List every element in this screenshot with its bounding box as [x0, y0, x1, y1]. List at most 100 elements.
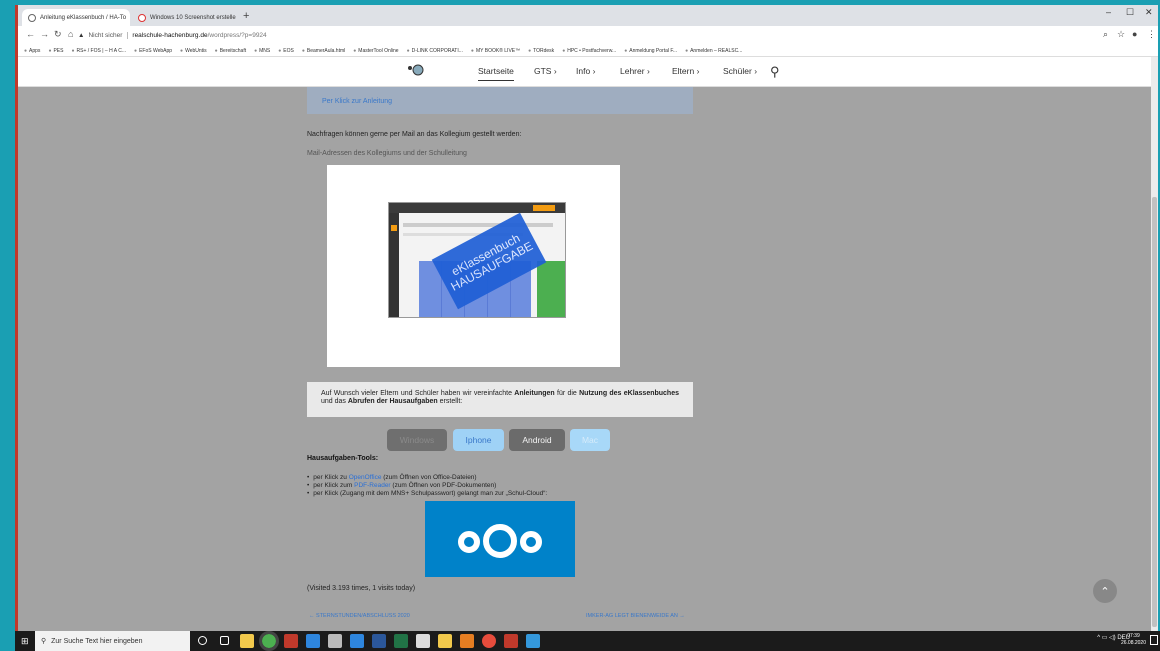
profile-icon[interactable]: ● — [1132, 29, 1137, 39]
search-icon: ⚲ — [41, 638, 47, 645]
nav-eltern[interactable]: Eltern › — [672, 66, 699, 76]
android-button[interactable]: Android — [509, 429, 565, 451]
app-icon[interactable] — [328, 634, 342, 648]
bookmark-item[interactable]: BeamerAula.html — [302, 48, 345, 54]
mail-addresses-link[interactable]: Mail-Adressen des Kollegiums und der Sch… — [307, 150, 467, 157]
bookmark-item[interactable]: Anmeldung Portal F... — [624, 48, 677, 54]
app-icon[interactable] — [504, 634, 518, 648]
chevron-right-icon: › — [646, 66, 650, 76]
address-bar-row: ← → ↻ ⌂ ▲ Nicht sicher realschule-hachen… — [18, 26, 1158, 45]
nav-lehrer[interactable]: Lehrer › — [620, 66, 650, 76]
bookmark-item[interactable]: TORdesk — [528, 48, 554, 54]
nav-gts[interactable]: GTS › — [534, 66, 557, 76]
file-explorer-icon[interactable] — [240, 634, 254, 648]
nav-info[interactable]: Info › — [576, 66, 595, 76]
search-icon[interactable]: ⚲ — [770, 64, 780, 80]
cloud-circle-icon — [520, 531, 542, 553]
app-icon[interactable] — [482, 634, 496, 648]
reload-icon[interactable]: ↻ — [54, 29, 62, 40]
school-logo-icon[interactable] — [405, 63, 425, 77]
url-field[interactable]: ▲ Nicht sicher realschule-hachenburg.de … — [78, 28, 1108, 43]
url-path: /wordpress/?p=9924 — [207, 32, 267, 39]
scroll-to-top-button[interactable]: ⌃ — [1093, 579, 1117, 603]
home-icon[interactable]: ⌂ — [68, 29, 73, 39]
close-window-icon[interactable]: ✕ — [1145, 7, 1153, 18]
cortana-icon[interactable] — [198, 636, 207, 645]
maximize-icon[interactable]: ☐ — [1126, 7, 1134, 18]
bookmark-item[interactable]: MNS — [254, 48, 270, 54]
list-item: per Klick (Zugang mit dem MNS+ Schulpass… — [307, 490, 547, 498]
zoom-icon[interactable]: ⌕ — [1103, 29, 1108, 40]
page-icon — [138, 13, 146, 22]
pdf-reader-link[interactable]: PDF-Reader — [354, 482, 390, 489]
notification-icon[interactable] — [1150, 635, 1158, 645]
bookmark-item[interactable]: MY BOOK® LIVE™ — [471, 48, 520, 54]
app-icon[interactable] — [438, 634, 452, 648]
iphone-button[interactable]: Iphone — [453, 429, 504, 451]
minimize-icon[interactable]: – — [1106, 7, 1111, 17]
next-post-link[interactable]: IMKER-AG LEGT BIENENWEIDE AN → — [586, 613, 685, 619]
url-domain: realschule-hachenburg.de — [132, 32, 208, 39]
outlook-icon[interactable] — [350, 634, 364, 648]
menu-icon[interactable]: ⋮ — [1147, 29, 1156, 40]
bookmark-item[interactable]: Anmelden – REALSC... — [685, 48, 742, 54]
forward-icon[interactable]: → — [40, 29, 49, 39]
globe-icon — [28, 13, 36, 22]
instructions-box: Per Klick zur Anleitung — [307, 87, 693, 114]
bookmark-item[interactable]: WebUntis — [180, 48, 207, 54]
word-icon[interactable] — [372, 634, 386, 648]
mac-button[interactable]: Mac — [570, 429, 610, 451]
warning-icon: ▲ — [78, 32, 85, 39]
taskbar-search[interactable]: ⚲ Zur Suche Text hier eingeben — [35, 631, 190, 651]
app-icon[interactable] — [460, 634, 474, 648]
instructions-link[interactable]: Per Klick zur Anleitung — [322, 98, 392, 105]
star-icon[interactable]: ☆ — [1117, 29, 1125, 40]
clock[interactable]: 07:39 26.08.2020 — [1121, 633, 1146, 647]
close-tab-icon[interactable]: × — [126, 13, 130, 22]
chevron-right-icon: › — [592, 66, 596, 76]
windows-button[interactable]: Windows — [387, 429, 447, 451]
prev-post-link[interactable]: ← STERNSTUNDEN/ABSCHLUSS 2020 — [309, 613, 410, 619]
page-content: Per Klick zur Anleitung Nachfragen könne… — [18, 87, 1154, 631]
back-icon[interactable]: ← — [26, 29, 35, 39]
nav-schueler[interactable]: Schüler › — [723, 66, 757, 76]
bookmark-item[interactable]: D-LINK CORPORATI... — [407, 48, 463, 54]
mail-text: Nachfragen können gerne per Mail an das … — [307, 131, 522, 138]
close-tab-icon[interactable]: × — [236, 13, 241, 22]
task-view-icon[interactable] — [220, 636, 229, 645]
bookmark-item[interactable]: RS+ / FOS | – H A C... — [71, 48, 127, 54]
chrome-icon[interactable] — [259, 631, 279, 651]
bookmark-item[interactable]: MasterTool Online — [353, 48, 398, 54]
security-label: Nicht sicher — [88, 32, 129, 39]
app-screenshot: eKlassenbuch HAUSAUFGABE — [388, 202, 566, 318]
nav-startseite[interactable]: Startseite — [478, 66, 514, 81]
snipping-icon[interactable] — [416, 634, 430, 648]
cloud-circle-icon — [483, 524, 517, 558]
filezilla-icon[interactable] — [284, 634, 298, 648]
scrollbar-thumb[interactable] — [1152, 197, 1157, 627]
cloud-circle-icon — [458, 531, 480, 553]
scrollbar[interactable] — [1151, 57, 1158, 631]
bookmark-item[interactable]: EFoS WebApp — [134, 48, 172, 54]
bookmark-item[interactable]: EOS — [278, 48, 294, 54]
visit-counter: (Visited 3.193 times, 1 visits today) — [307, 585, 416, 592]
bookmark-item[interactable]: PES — [48, 48, 63, 54]
bookmark-item[interactable]: Bereitschaft — [215, 48, 246, 54]
app-icon[interactable] — [526, 634, 540, 648]
new-tab-button[interactable]: + — [243, 10, 249, 22]
windows-start-icon[interactable]: ⊞ — [21, 636, 29, 647]
edge-icon[interactable] — [306, 634, 320, 648]
tab-bar: Anleitung eKlassenbuch / HA-To × Windows… — [18, 5, 1158, 26]
excel-icon[interactable] — [394, 634, 408, 648]
chevron-right-icon: › — [696, 66, 700, 76]
school-cloud-logo[interactable] — [425, 501, 575, 577]
tab-screenshot[interactable]: Windows 10 Screenshot erstelle × — [132, 9, 240, 26]
bookmark-item[interactable]: Apps — [24, 48, 40, 54]
bookmark-item[interactable]: HPC • Postfachverw... — [562, 48, 616, 54]
tab-anleitung[interactable]: Anleitung eKlassenbuch / HA-To × — [22, 9, 130, 26]
openoffice-link[interactable]: OpenOffice — [349, 474, 382, 481]
bookmarks-bar: Apps PES RS+ / FOS | – H A C... EFoS Web… — [18, 45, 1158, 57]
chevron-right-icon: › — [754, 66, 758, 76]
tools-heading: Hausaufgaben-Tools: — [307, 455, 379, 462]
tools-list: per Klick zu OpenOffice (zum Öffnen von … — [307, 474, 547, 498]
